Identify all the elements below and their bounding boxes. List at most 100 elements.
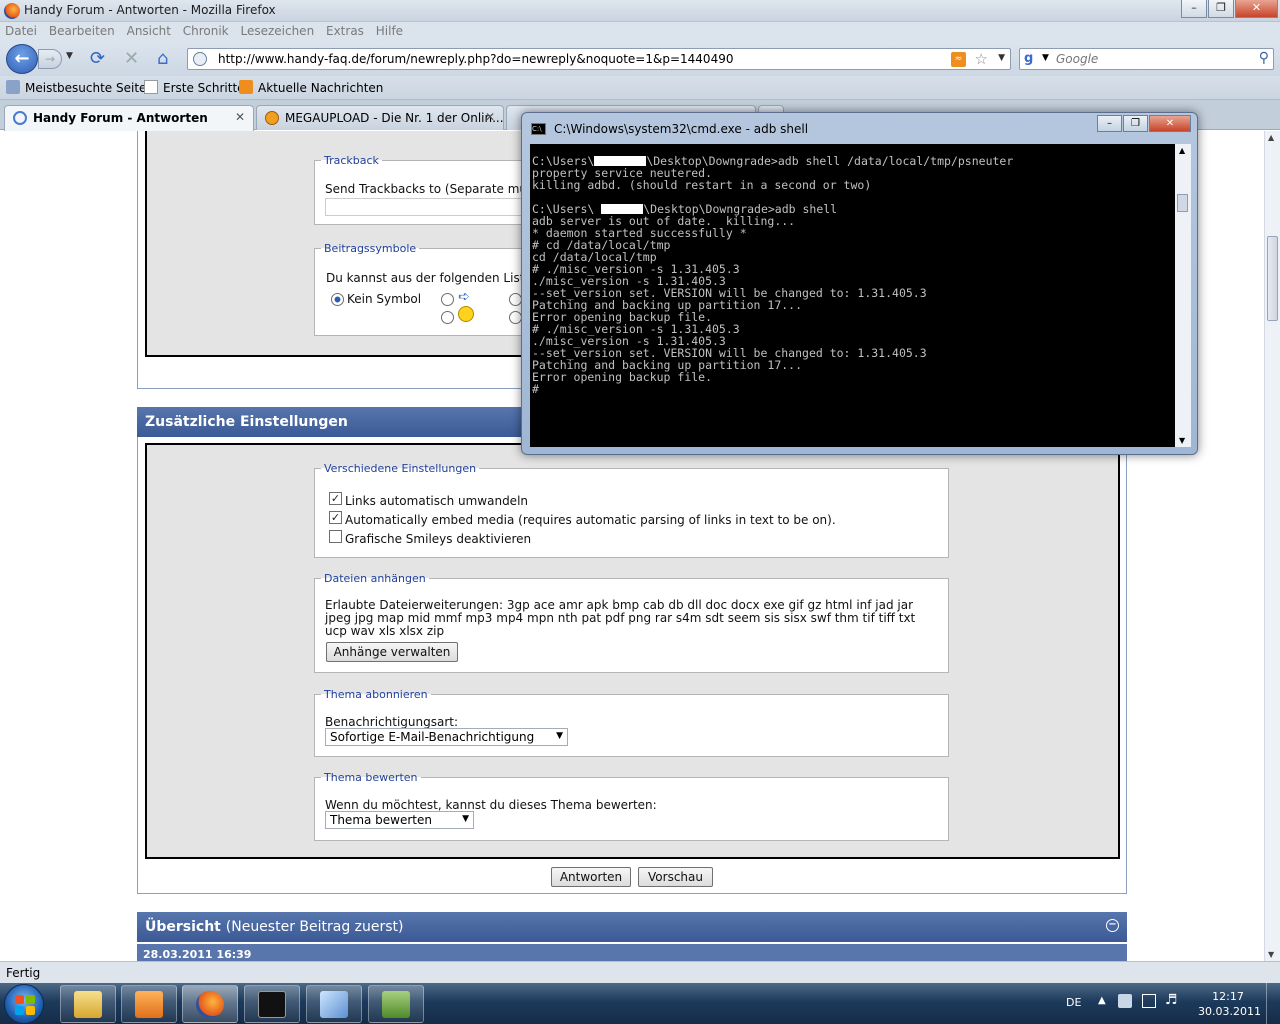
scroll-down-icon[interactable]: ▼ (1179, 436, 1185, 445)
folder-icon (6, 80, 20, 94)
notification-type-label: Benachrichtigungsart: (325, 715, 459, 729)
taskbar-explorer[interactable] (60, 985, 116, 1023)
navigation-toolbar: ← → ▼ ⟳ ✕ ⌂ http://www.handy-faq.de/foru… (0, 42, 1280, 76)
start-button[interactable] (4, 984, 44, 1024)
bookmark-star-icon[interactable]: ☆ (975, 50, 988, 68)
action-center-icon[interactable] (1118, 994, 1132, 1008)
collapse-icon[interactable]: − (1106, 919, 1119, 932)
post-date: 28.03.2011 16:39 (143, 948, 252, 961)
taskbar-firefox[interactable] (182, 985, 238, 1023)
menu-ansicht[interactable]: Ansicht (122, 22, 174, 38)
url-bar[interactable]: http://www.handy-faq.de/forum/newreply.p… (187, 48, 1011, 70)
additional-settings-title: Zusätzliche Einstellungen (145, 414, 348, 430)
app-icon (320, 991, 348, 1018)
overview-header: Übersicht (Neuester Beitrag zuerst) − (137, 912, 1127, 942)
history-dropdown-icon[interactable]: ▼ (66, 51, 73, 61)
links-umwandeln-label: Links automatisch umwandeln (345, 494, 529, 508)
home-icon[interactable]: ⌂ (157, 50, 168, 68)
search-icon[interactable]: ⚲ (1259, 50, 1269, 66)
menu-hilfe[interactable]: Hilfe (371, 22, 406, 38)
volume-icon[interactable]: ♬ (1165, 992, 1178, 1008)
page-scrollbar[interactable]: ▲ ▼ (1264, 131, 1280, 961)
show-desktop-button[interactable] (1266, 983, 1280, 1024)
forward-button[interactable]: → (38, 49, 62, 69)
close-tab-icon[interactable]: ✕ (485, 110, 495, 124)
menu-chronik[interactable]: Chronik (178, 22, 232, 38)
chevron-down-icon: ▼ (556, 731, 563, 741)
menu-lesezeichen[interactable]: Lesezeichen (235, 22, 317, 38)
reload-icon[interactable]: ⟳ (90, 50, 105, 68)
menu-datei[interactable]: Datei (0, 22, 40, 38)
site-identity-icon[interactable] (193, 52, 207, 66)
bookmark-erste-schritte[interactable]: Erste Schritte (144, 80, 245, 95)
search-bar[interactable]: g ▼ ⚲ (1019, 48, 1274, 70)
post-icons-legend: Beitragssymbole (324, 242, 417, 255)
url-text[interactable]: http://www.handy-faq.de/forum/newreply.p… (218, 52, 733, 66)
radio-symbol-2[interactable] (441, 311, 454, 324)
taskbar-cmd[interactable] (244, 985, 300, 1023)
cmd-window[interactable]: C:\ C:\Windows\system32\cmd.exe - adb sh… (521, 112, 1198, 455)
radio-symbol-1[interactable] (441, 293, 454, 306)
cmd-window-controls: – ❐ ✕ (1097, 115, 1191, 132)
preview-button[interactable]: Vorschau (638, 867, 713, 887)
search-engine-dropdown-icon[interactable]: ▼ (1042, 53, 1049, 63)
close-button[interactable]: ✕ (1235, 0, 1278, 18)
cmd-scrollbar-thumb[interactable] (1177, 194, 1188, 212)
clock-time: 12:17 (1212, 990, 1244, 1003)
cmd-scrollbar[interactable]: ▲ ▼ (1175, 144, 1191, 447)
rate-thread-value: Thema bewerten (330, 813, 432, 827)
firefox-logo-icon (4, 3, 20, 19)
clock[interactable]: 12:17 30.03.2011 (1198, 989, 1261, 1019)
bookmark-meistbesuchte-seiten[interactable]: Meistbesuchte Seiten (6, 80, 154, 95)
post-icons-intro: Du kannst aus der folgenden Liste (326, 271, 532, 285)
rate-thread-select[interactable]: Thema bewerten ▼ (325, 811, 474, 829)
scroll-up-icon[interactable]: ▲ (1179, 146, 1185, 155)
taskbar-app[interactable] (306, 985, 362, 1023)
close-tab-icon[interactable]: ✕ (235, 110, 245, 124)
rss-feed-icon[interactable]: ≈ (951, 52, 966, 67)
redacted-username (601, 204, 644, 214)
tab-megaupload[interactable]: MEGAUPLOAD - Die Nr. 1 der Onlin... ✕ (256, 105, 504, 130)
browser-titlebar: Handy Forum - Antworten - Mozilla Firefo… (0, 0, 1280, 22)
console-text: property service neutered. killing adbd.… (532, 166, 872, 192)
stop-icon[interactable]: ✕ (124, 50, 139, 68)
tab-label: MEGAUPLOAD - Die Nr. 1 der Onlin... (285, 111, 504, 125)
radio-kein-symbol[interactable] (331, 293, 344, 306)
hxd-icon (382, 991, 410, 1018)
google-icon[interactable]: g (1024, 51, 1040, 67)
page-icon (144, 80, 158, 94)
status-text: Fertig (6, 966, 41, 980)
cmd-maximize-button[interactable]: ❐ (1123, 115, 1148, 132)
maximize-button[interactable]: ❐ (1208, 0, 1234, 18)
bookmark-aktuelle-nachrichten[interactable]: Aktuelle Nachrichten (239, 80, 383, 95)
scroll-up-icon[interactable]: ▲ (1268, 133, 1274, 142)
console-output[interactable]: C:\Users\ \Desktop\Downgrade>adb shell /d… (530, 144, 1175, 447)
loading-icon (13, 111, 27, 125)
overview-title: Übersicht (145, 919, 221, 935)
taskbar-hxd[interactable] (368, 985, 424, 1023)
menu-bearbeiten[interactable]: Bearbeiten (44, 22, 118, 38)
scroll-down-icon[interactable]: ▼ (1268, 950, 1274, 959)
cmd-minimize-button[interactable]: – (1097, 115, 1122, 132)
tab-handy-forum[interactable]: Handy Forum - Antworten ✕ (4, 105, 254, 131)
checkbox-embed-media[interactable]: ✓ (329, 511, 342, 524)
taskbar-media-player[interactable] (121, 985, 177, 1023)
submit-reply-button[interactable]: Antworten (551, 867, 631, 887)
checkbox-smileys-deaktivieren[interactable] (329, 530, 342, 543)
checkbox-links-umwandeln[interactable]: ✓ (329, 492, 342, 505)
language-indicator[interactable]: DE (1066, 996, 1081, 1009)
show-hidden-icons[interactable]: ▲ (1098, 995, 1106, 1006)
manage-attachments-button[interactable]: Anhänge verwalten (326, 642, 458, 662)
scrollbar-thumb[interactable] (1267, 236, 1278, 321)
minimize-button[interactable]: – (1181, 0, 1207, 18)
windows-logo-icon (15, 995, 35, 1015)
redacted-username (594, 156, 647, 166)
notification-type-select[interactable]: Sofortige E-Mail-Benachrichtigung ▼ (325, 728, 568, 746)
network-icon[interactable] (1142, 994, 1156, 1008)
taskbar: DE ▲ ♬ 12:17 30.03.2011 (0, 983, 1280, 1024)
search-input[interactable] (1056, 51, 1246, 67)
menu-extras[interactable]: Extras (321, 22, 367, 38)
cmd-close-button[interactable]: ✕ (1149, 115, 1191, 132)
url-dropdown-icon[interactable]: ▼ (998, 53, 1005, 63)
back-button[interactable]: ← (6, 44, 38, 74)
